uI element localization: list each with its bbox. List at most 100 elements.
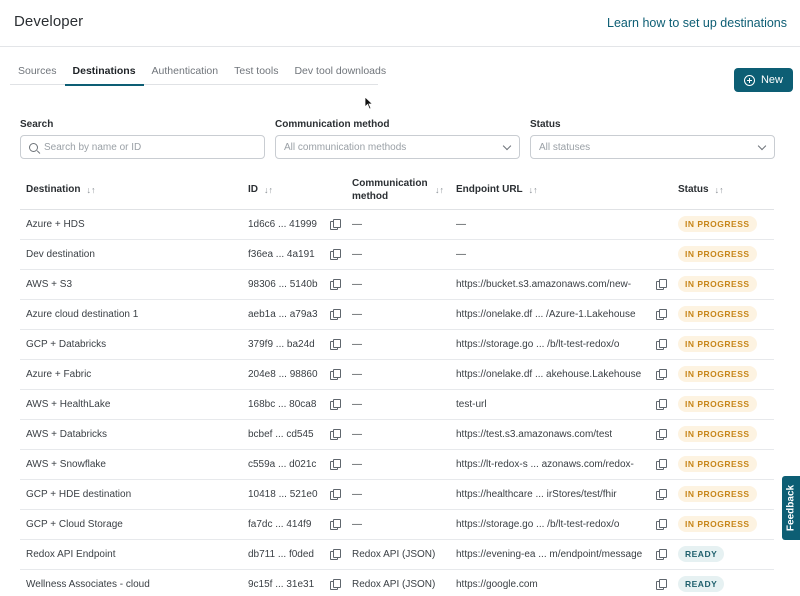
id-cell: fa7dc ... 414f9 [242, 509, 346, 540]
destination-name: Azure + Fabric [26, 368, 92, 380]
destination-id: 1d6c6 ... 41999 [248, 218, 317, 230]
status-cell: IN PROGRESS [672, 449, 774, 480]
copy-icon[interactable] [330, 309, 341, 320]
table-row[interactable]: Azure cloud destination 1 aeb1a ... a79a3… [20, 299, 774, 330]
status-value: All statuses [539, 141, 591, 153]
copy-icon[interactable] [330, 579, 341, 590]
tab-authentication[interactable]: Authentication [144, 58, 227, 85]
table-row[interactable]: GCP + Databricks 379f9 ... ba24d — https://… [20, 329, 774, 360]
sort-icon[interactable]: ↓↑ [264, 185, 273, 195]
help-link[interactable]: Learn how to set up destinations [607, 16, 787, 30]
column-header-id[interactable]: ID ↓↑ [242, 171, 346, 210]
sort-icon[interactable]: ↓↑ [435, 185, 444, 195]
destination-name-cell[interactable]: AWS + Snowflake [20, 449, 242, 480]
copy-icon[interactable] [656, 549, 667, 560]
communication-method: — [352, 338, 362, 350]
destination-name-cell[interactable]: Dev destination [20, 239, 242, 270]
table-row[interactable]: GCP + Cloud Storage fa7dc ... 414f9 — https… [20, 509, 774, 540]
copy-icon[interactable] [330, 279, 341, 290]
communication-method-filter: Communication method All communication m… [275, 119, 520, 159]
tab-dev-tool-downloads[interactable]: Dev tool downloads [286, 58, 394, 85]
table-row[interactable]: Azure + HDS 1d6c6 ... 41999 — — IN PROGRESS [20, 209, 774, 240]
destination-name: GCP + Databricks [26, 338, 107, 350]
communication-method: — [352, 458, 362, 470]
copy-icon[interactable] [330, 489, 341, 500]
sort-icon[interactable]: ↓↑ [529, 185, 538, 195]
status-badge: IN PROGRESS [678, 456, 757, 472]
new-button[interactable]: New [734, 68, 793, 92]
destination-name-cell[interactable]: Redox API Endpoint [20, 539, 242, 570]
table-row[interactable]: Dev destination f36ea ... 4a191 — — IN PROGR… [20, 239, 774, 270]
column-header-communication-method[interactable]: Communication method ↓↑ [346, 171, 450, 210]
destination-id: 98306 ... 5140b [248, 278, 318, 290]
destination-name: AWS + HealthLake [26, 398, 111, 410]
destination-name-cell[interactable]: AWS + HealthLake [20, 389, 242, 420]
tab-sources[interactable]: Sources [10, 58, 65, 85]
table-row[interactable]: Azure + Fabric 204e8 ... 98860 — https://on… [20, 359, 774, 390]
copy-icon[interactable] [330, 219, 341, 230]
destination-name-cell[interactable]: Azure + Fabric [20, 359, 242, 390]
copy-icon[interactable] [330, 369, 341, 380]
search-input[interactable] [44, 141, 256, 153]
copy-icon[interactable] [330, 429, 341, 440]
column-header-label: Endpoint URL [456, 184, 523, 196]
copy-icon[interactable] [656, 309, 667, 320]
copy-icon[interactable] [330, 399, 341, 410]
status-cell: IN PROGRESS [672, 419, 774, 450]
column-header-destination[interactable]: Destination ↓↑ [20, 171, 242, 210]
communication-method: — [352, 308, 362, 320]
endpoint-url-cell: test-url [450, 389, 672, 420]
destination-name-cell[interactable]: AWS + S3 [20, 269, 242, 300]
table-row[interactable]: Redox API Endpoint db711 ... f0ded Redox A… [20, 539, 774, 570]
table-row[interactable]: AWS + Snowflake c559a ... d021c — https://l… [20, 449, 774, 480]
copy-icon[interactable] [656, 579, 667, 590]
destination-name-cell[interactable]: Azure + HDS [20, 209, 242, 240]
table-header-row: Destination ↓↑ ID ↓↑ Communication method ↓↑… [20, 171, 774, 210]
copy-icon[interactable] [330, 459, 341, 470]
destination-name-cell[interactable]: Wellness Associates - cloud [20, 569, 242, 596]
sort-icon[interactable]: ↓↑ [715, 185, 724, 195]
copy-icon[interactable] [656, 369, 667, 380]
endpoint-url: https://google.com [456, 578, 538, 590]
copy-icon[interactable] [330, 549, 341, 560]
column-header-endpoint-url[interactable]: Endpoint URL ↓↑ [450, 171, 672, 210]
destination-name-cell[interactable]: GCP + HDE destination [20, 479, 242, 510]
communication-method-cell: — [346, 269, 450, 300]
status-select[interactable]: All statuses [530, 135, 775, 159]
endpoint-url-cell: — [450, 209, 672, 240]
table-row[interactable]: AWS + S3 98306 ... 5140b — https://bucket.s… [20, 269, 774, 300]
new-button-label: New [760, 74, 783, 86]
destination-name-cell[interactable]: AWS + Databricks [20, 419, 242, 450]
table-row[interactable]: Wellness Associates - cloud 9c15f ... 31e… [20, 569, 774, 596]
tab-destinations[interactable]: Destinations [64, 58, 144, 86]
tab-test-tools[interactable]: Test tools [226, 58, 286, 85]
copy-icon[interactable] [656, 279, 667, 290]
copy-icon[interactable] [330, 339, 341, 350]
destination-name-cell[interactable]: GCP + Databricks [20, 329, 242, 360]
destination-name: Redox API Endpoint [26, 548, 116, 560]
feedback-tab[interactable]: Feedback [782, 476, 800, 540]
table-row[interactable]: AWS + HealthLake 168bc ... 80ca8 — test-url… [20, 389, 774, 420]
column-header-label-line1: Communication [352, 177, 428, 189]
table-row[interactable]: GCP + HDE destination 10418 ... 521e0 — htt… [20, 479, 774, 510]
copy-icon[interactable] [330, 249, 341, 260]
endpoint-url-cell: https://storage.go ... /b/lt-test-redox/… [450, 329, 672, 360]
endpoint-url: https://bucket.s3.amazonaws.com/new- [456, 278, 632, 290]
copy-icon[interactable] [656, 339, 667, 350]
status-cell: IN PROGRESS [672, 479, 774, 510]
copy-icon[interactable] [656, 459, 667, 470]
table-row[interactable]: AWS + Databricks bcbef ... cd545 — https://… [20, 419, 774, 450]
copy-icon[interactable] [330, 519, 341, 530]
copy-icon[interactable] [656, 519, 667, 530]
destination-name-cell[interactable]: GCP + Cloud Storage [20, 509, 242, 540]
communication-method-select[interactable]: All communication methods [275, 135, 520, 159]
column-header-status[interactable]: Status ↓↑ [672, 171, 774, 210]
copy-icon[interactable] [656, 429, 667, 440]
destination-name-cell[interactable]: Azure cloud destination 1 [20, 299, 242, 330]
endpoint-url: https://onelake.df ... /Azure-1.Lakehous… [456, 308, 636, 320]
endpoint-url: https://evening-ea ... m/endpoint/messag… [456, 548, 643, 560]
sort-icon[interactable]: ↓↑ [86, 185, 95, 195]
copy-icon[interactable] [656, 399, 667, 410]
endpoint-url-cell: https://bucket.s3.amazonaws.com/new- [450, 269, 672, 300]
copy-icon[interactable] [656, 489, 667, 500]
